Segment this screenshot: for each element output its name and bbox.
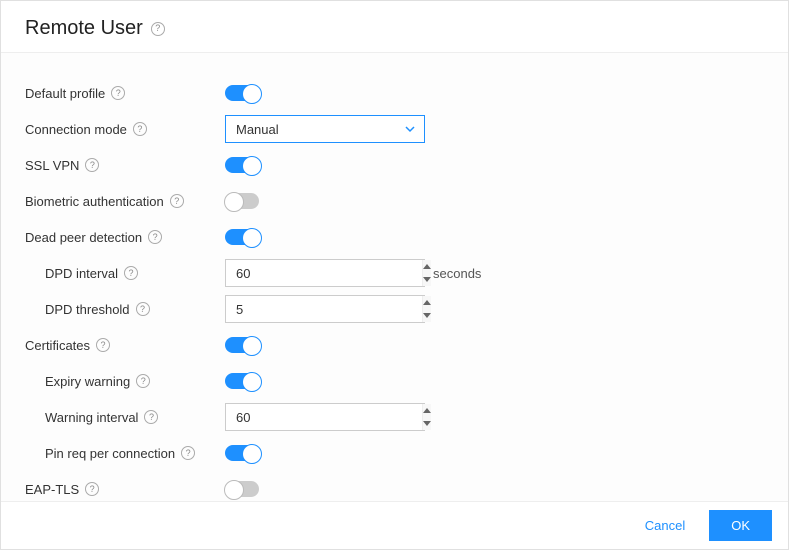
help-icon[interactable]: ? bbox=[151, 22, 165, 36]
label-eap-tls: EAP-TLS bbox=[25, 482, 79, 497]
dialog-header: Remote User ? bbox=[1, 1, 788, 53]
row-ssl-vpn: SSL VPN ? bbox=[25, 149, 764, 181]
row-dpd: Dead peer detection ? bbox=[25, 221, 764, 253]
row-expiry-warning: Expiry warning ? bbox=[25, 365, 764, 397]
toggle-biometric[interactable] bbox=[225, 193, 259, 209]
spinner-down-icon[interactable] bbox=[423, 309, 431, 322]
spinner-down-icon[interactable] bbox=[423, 273, 431, 286]
spinner-dpd-interval bbox=[225, 259, 425, 287]
label-dpd: Dead peer detection bbox=[25, 230, 142, 245]
help-icon[interactable]: ? bbox=[148, 230, 162, 244]
spinner-dpd-threshold bbox=[225, 295, 425, 323]
remote-user-dialog: Remote User ? Default profile ? Connecti… bbox=[0, 0, 789, 550]
row-dpd-interval: DPD interval ? seconds bbox=[25, 257, 764, 289]
label-default-profile: Default profile bbox=[25, 86, 105, 101]
input-warning-interval[interactable] bbox=[226, 404, 422, 430]
row-dpd-threshold: DPD threshold ? bbox=[25, 293, 764, 325]
label-certificates: Certificates bbox=[25, 338, 90, 353]
help-icon[interactable]: ? bbox=[124, 266, 138, 280]
label-warning-interval: Warning interval bbox=[45, 410, 138, 425]
row-eap-tls: EAP-TLS ? bbox=[25, 473, 764, 501]
toggle-default-profile[interactable] bbox=[225, 85, 259, 101]
select-connection-mode[interactable]: Manual bbox=[225, 115, 425, 143]
help-icon[interactable]: ? bbox=[111, 86, 125, 100]
help-icon[interactable]: ? bbox=[85, 158, 99, 172]
spinner-up-icon[interactable] bbox=[423, 404, 431, 417]
page-title: Remote User bbox=[25, 17, 143, 40]
spinner-down-icon[interactable] bbox=[423, 417, 431, 430]
chevron-down-icon bbox=[404, 123, 416, 135]
label-biometric: Biometric authentication bbox=[25, 194, 164, 209]
spinner-up-icon[interactable] bbox=[423, 260, 431, 273]
row-warning-interval: Warning interval ? bbox=[25, 401, 764, 433]
toggle-eap-tls[interactable] bbox=[225, 481, 259, 497]
help-icon[interactable]: ? bbox=[170, 194, 184, 208]
label-pin-req: Pin req per connection bbox=[45, 446, 175, 461]
toggle-ssl-vpn[interactable] bbox=[225, 157, 259, 173]
dialog-footer: Cancel OK bbox=[1, 501, 788, 549]
row-certificates: Certificates ? bbox=[25, 329, 764, 361]
toggle-dpd[interactable] bbox=[225, 229, 259, 245]
toggle-certificates[interactable] bbox=[225, 337, 259, 353]
help-icon[interactable]: ? bbox=[136, 302, 150, 316]
help-icon[interactable]: ? bbox=[144, 410, 158, 424]
help-icon[interactable]: ? bbox=[85, 482, 99, 496]
help-icon[interactable]: ? bbox=[96, 338, 110, 352]
spinner-warning-interval bbox=[225, 403, 425, 431]
label-dpd-threshold: DPD threshold bbox=[45, 302, 130, 317]
label-expiry-warning: Expiry warning bbox=[45, 374, 130, 389]
help-icon[interactable]: ? bbox=[136, 374, 150, 388]
toggle-expiry-warning[interactable] bbox=[225, 373, 259, 389]
help-icon[interactable]: ? bbox=[181, 446, 195, 460]
select-value: Manual bbox=[236, 122, 279, 137]
dialog-body: Default profile ? Connection mode ? Manu… bbox=[1, 53, 788, 501]
input-dpd-threshold[interactable] bbox=[226, 296, 422, 322]
label-ssl-vpn: SSL VPN bbox=[25, 158, 79, 173]
label-dpd-interval: DPD interval bbox=[45, 266, 118, 281]
row-pin-req: Pin req per connection ? bbox=[25, 437, 764, 469]
toggle-pin-req[interactable] bbox=[225, 445, 259, 461]
cancel-button[interactable]: Cancel bbox=[637, 512, 693, 539]
help-icon[interactable]: ? bbox=[133, 122, 147, 136]
suffix-dpd-interval: seconds bbox=[433, 266, 481, 281]
row-default-profile: Default profile ? bbox=[25, 77, 764, 109]
row-connection-mode: Connection mode ? Manual bbox=[25, 113, 764, 145]
ok-button[interactable]: OK bbox=[709, 510, 772, 541]
row-biometric: Biometric authentication ? bbox=[25, 185, 764, 217]
spinner-up-icon[interactable] bbox=[423, 296, 431, 309]
input-dpd-interval[interactable] bbox=[226, 260, 422, 286]
label-connection-mode: Connection mode bbox=[25, 122, 127, 137]
